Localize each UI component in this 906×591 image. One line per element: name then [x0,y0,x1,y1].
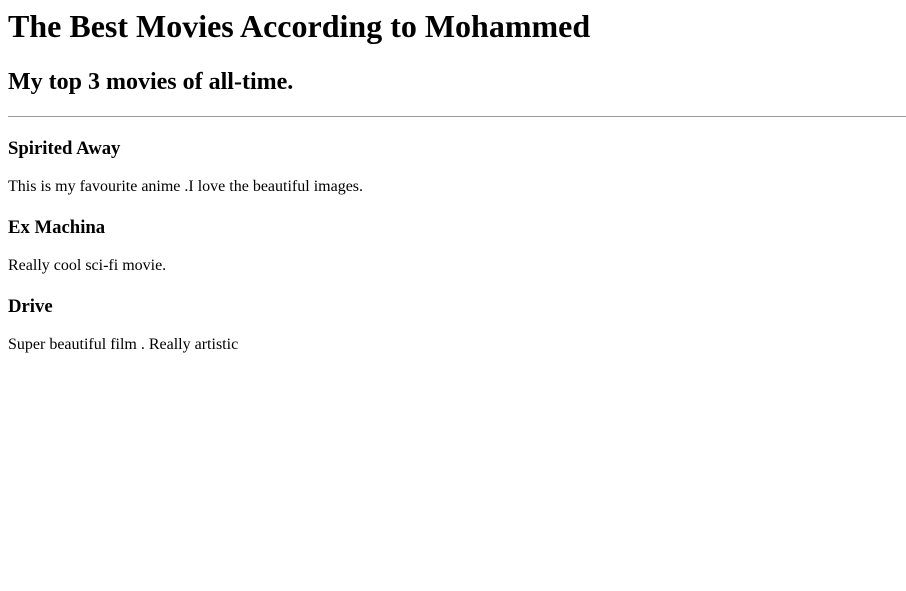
page-title: The Best Movies According to Mohammed [8,8,591,44]
movie-list: Spirited Away This is my favourite anime… [8,138,906,354]
movie-title: Ex Machina [8,217,106,238]
movie-description: Really cool sci-fi movie. [8,257,167,274]
page-subtitle: My top 3 movies of all-time. [8,69,294,95]
divider [8,116,906,117]
movie-item-drive: Drive Super beautiful film . Really arti… [8,296,906,354]
movie-title: Drive [8,296,53,317]
movie-item-ex-machina: Ex Machina Really cool sci-fi movie. [8,217,906,275]
movie-description: Super beautiful film . Really artistic [8,336,239,353]
page: The Best Movies According to Mohammed My… [0,0,906,591]
movie-item-spirited-away: Spirited Away This is my favourite anime… [8,138,906,196]
movie-description: This is my favourite anime .I love the b… [8,178,364,195]
movie-title: Spirited Away [8,138,121,159]
